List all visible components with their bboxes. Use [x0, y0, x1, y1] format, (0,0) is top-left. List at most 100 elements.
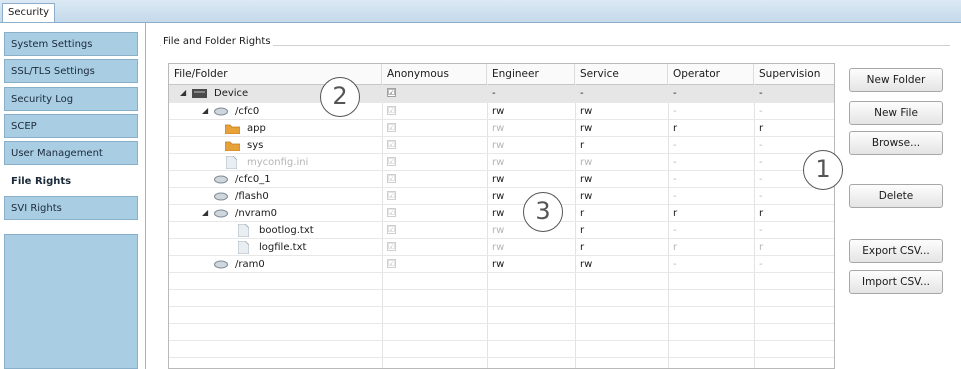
operator-right: - — [673, 259, 677, 270]
grid-line — [169, 187, 834, 188]
rights-table[interactable]: File/Folder Anonymous Engineer Service O… — [168, 63, 835, 369]
anonymous-checkbox[interactable]: ☑ — [387, 157, 396, 166]
sidebar-item-user-management[interactable]: User Management — [4, 141, 138, 165]
operator-right: - — [673, 106, 677, 117]
row-name: Device — [214, 88, 249, 99]
supervision-right: - — [759, 157, 763, 168]
service-right: rw — [580, 174, 593, 185]
row-name: /nvram0 — [235, 208, 277, 219]
callout-1: 1 — [803, 150, 843, 190]
sidebar-item-svi-rights[interactable]: SVI Rights — [4, 196, 138, 220]
anonymous-checkbox[interactable]: ☑ — [387, 88, 396, 97]
grid-line — [169, 306, 834, 307]
operator-right: r — [673, 242, 678, 253]
collapse-triangle-icon[interactable]: ◢ — [202, 106, 208, 115]
sidebar-item-file-rights[interactable]: File Rights — [4, 169, 138, 193]
new-file-button[interactable]: New File — [849, 101, 943, 125]
table-row[interactable]: ◢ /nvram0 ☑ rw r r r — [169, 205, 834, 222]
service-right: rw — [580, 123, 593, 134]
tab-security[interactable]: Security — [2, 3, 56, 22]
folder-icon — [225, 141, 240, 151]
anonymous-checkbox[interactable]: ☑ — [387, 242, 396, 251]
file-icon — [238, 224, 249, 237]
engineer-right: rw — [492, 242, 505, 253]
anonymous-checkbox[interactable]: ☑ — [387, 225, 396, 234]
operator-right: - — [673, 191, 677, 202]
row-name: /flash0 — [235, 191, 269, 202]
column-header-anonymous[interactable]: Anonymous — [382, 64, 487, 84]
table-row[interactable]: app ☑ rw rw r r — [169, 120, 834, 137]
browse-button[interactable]: Browse... — [849, 131, 943, 155]
column-header-engineer[interactable]: Engineer — [487, 64, 575, 84]
supervision-right: - — [759, 225, 763, 236]
supervision-right: r — [759, 242, 764, 253]
service-right: r — [580, 140, 585, 151]
tab-strip: Security — [0, 0, 961, 23]
service-right: r — [580, 242, 585, 253]
grid-line — [169, 340, 834, 341]
engineer-right: rw — [492, 225, 505, 236]
engineer-right: rw — [492, 208, 505, 219]
delete-button[interactable]: Delete — [849, 184, 943, 208]
sidebar-item-system-settings[interactable]: System Settings — [4, 32, 138, 56]
grid-line — [169, 170, 834, 171]
collapse-triangle-icon[interactable]: ◢ — [180, 88, 186, 97]
engineer-right: rw — [492, 174, 505, 185]
collapse-triangle-icon[interactable]: ◢ — [202, 208, 208, 217]
engineer-right: rw — [492, 157, 505, 168]
operator-right: - — [673, 225, 677, 236]
sidebar-filler — [4, 234, 138, 369]
anonymous-checkbox[interactable]: ☑ — [387, 191, 396, 200]
column-header-service[interactable]: Service — [575, 64, 668, 84]
row-name: /ram0 — [235, 259, 265, 270]
table-row[interactable]: bootlog.txt ☑ rw r - - — [169, 222, 834, 239]
export-csv-button[interactable]: Export CSV... — [849, 239, 943, 263]
engineer-right: rw — [492, 106, 505, 117]
anonymous-checkbox[interactable]: ☑ — [387, 106, 396, 115]
sidebar-item-security-log[interactable]: Security Log — [4, 87, 138, 111]
grid-line — [169, 357, 834, 358]
file-icon — [226, 156, 237, 169]
grid-line — [169, 238, 834, 239]
grid-line — [169, 221, 834, 222]
drive-icon — [214, 107, 228, 116]
grid-line — [169, 102, 834, 103]
grid-line — [169, 272, 834, 273]
sidebar-item-scep[interactable]: SCEP — [4, 114, 138, 138]
service-right: rw — [580, 259, 593, 270]
anonymous-checkbox[interactable]: ☑ — [387, 259, 396, 268]
engineer-right: rw — [492, 140, 505, 151]
operator-right: - — [673, 140, 677, 151]
anonymous-checkbox[interactable]: ☑ — [387, 123, 396, 132]
supervision-right: - — [759, 140, 763, 151]
table-row[interactable]: /cfc0_1 ☑ rw rw - - — [169, 171, 834, 188]
supervision-right: r — [759, 123, 764, 134]
drive-icon — [214, 209, 228, 218]
anonymous-checkbox[interactable]: ☑ — [387, 208, 396, 217]
table-row[interactable]: /ram0 ☑ rw rw - - — [169, 256, 834, 273]
column-header-supervision[interactable]: Supervision — [754, 64, 834, 84]
engineer-right: rw — [492, 191, 505, 202]
sidebar-item-ssl-tls-settings[interactable]: SSL/TLS Settings — [4, 59, 138, 83]
grid-line — [169, 119, 834, 120]
anonymous-checkbox[interactable]: ☑ — [387, 140, 396, 149]
grid-line — [169, 153, 834, 154]
table-row[interactable]: myconfig.ini ☑ rw rw - - — [169, 154, 834, 171]
import-csv-button[interactable]: Import CSV... — [849, 270, 943, 294]
table-row[interactable]: ◢ /cfc0 ☑ rw rw - - — [169, 103, 834, 120]
row-name: /cfc0_1 — [235, 174, 271, 185]
table-row[interactable]: ◢ Device ☑ - - - - — [169, 85, 834, 102]
service-right: - — [580, 88, 584, 99]
table-row[interactable]: sys ☑ rw r - - — [169, 137, 834, 154]
operator-right: r — [673, 208, 678, 219]
anonymous-checkbox[interactable]: ☑ — [387, 174, 396, 183]
sidebar: System Settings SSL/TLS Settings Securit… — [0, 23, 146, 369]
callout-3: 3 — [523, 192, 563, 232]
service-right: rw — [580, 157, 593, 168]
table-row[interactable]: /flash0 ☑ rw rw - - — [169, 188, 834, 205]
table-row[interactable]: logfile.txt ☑ rw r r r — [169, 239, 834, 256]
column-header-operator[interactable]: Operator — [668, 64, 754, 84]
drive-icon — [214, 192, 228, 201]
engineer-right: - — [492, 88, 496, 99]
new-folder-button[interactable]: New Folder — [849, 68, 943, 92]
